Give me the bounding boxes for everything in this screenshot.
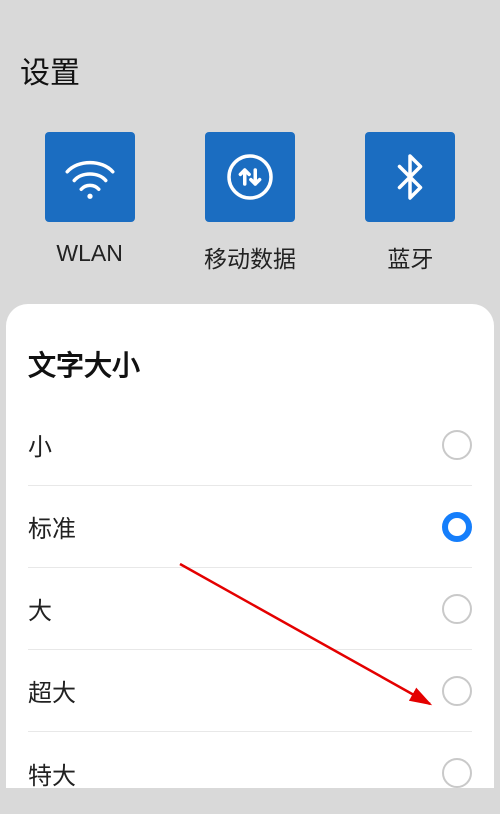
option-label: 小 <box>28 427 52 462</box>
wifi-icon <box>45 132 135 222</box>
radio-icon <box>442 758 472 788</box>
data-icon <box>205 132 295 222</box>
radio-icon <box>442 594 472 624</box>
option-label: 标准 <box>28 509 76 544</box>
tile-mobiledata[interactable]: 移动数据 <box>204 132 296 274</box>
tile-bluetooth[interactable]: 蓝牙 <box>365 132 455 274</box>
option-standard[interactable]: 标准 <box>28 486 472 568</box>
card-title: 文字大小 <box>28 344 472 384</box>
page-title: 设置 <box>20 48 480 92</box>
bluetooth-icon <box>365 132 455 222</box>
quick-tiles-row: WLAN 移动数据 蓝牙 <box>0 112 500 304</box>
radio-selected-icon <box>442 512 472 542</box>
option-small[interactable]: 小 <box>28 404 472 486</box>
option-large[interactable]: 大 <box>28 568 472 650</box>
option-xxlarge[interactable]: 特大 <box>28 732 472 814</box>
tile-label: 移动数据 <box>204 240 296 274</box>
option-label: 超大 <box>28 673 76 708</box>
option-xlarge[interactable]: 超大 <box>28 650 472 732</box>
tile-wlan[interactable]: WLAN <box>45 132 135 274</box>
option-label: 大 <box>28 591 52 626</box>
text-size-card: 文字大小 小 标准 大 超大 特大 <box>6 304 494 788</box>
radio-icon <box>442 430 472 460</box>
option-label: 特大 <box>28 756 76 791</box>
settings-header: 设置 <box>0 0 500 112</box>
tile-label: WLAN <box>56 240 122 267</box>
tile-label: 蓝牙 <box>387 240 433 274</box>
radio-icon <box>442 676 472 706</box>
